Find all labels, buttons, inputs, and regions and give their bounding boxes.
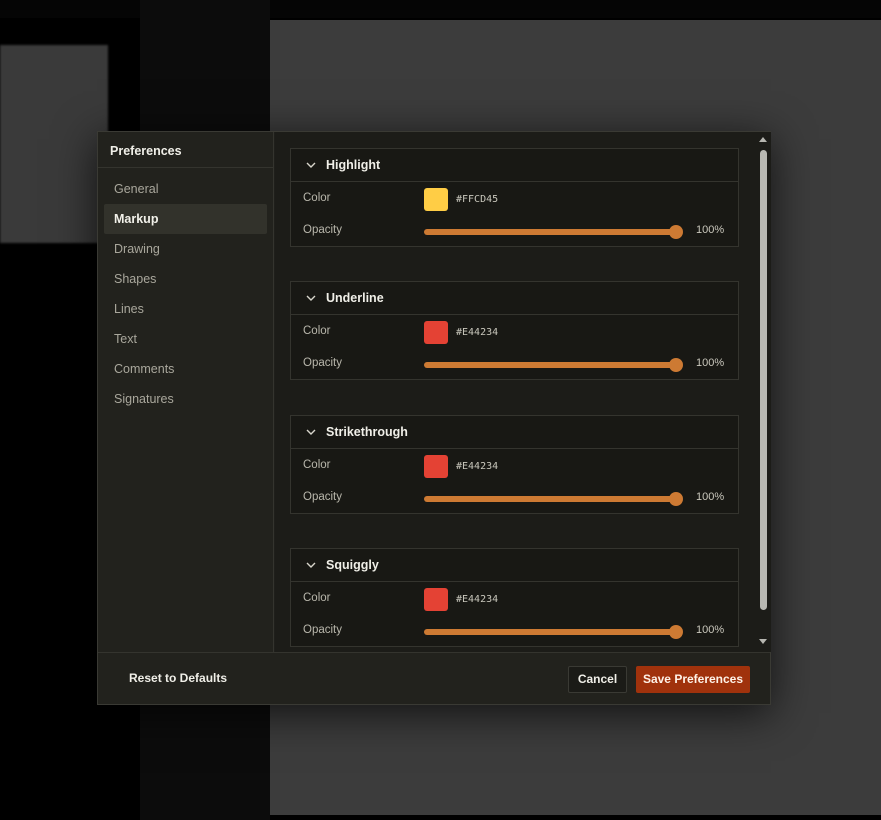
section-header[interactable]: Underline [291,282,738,315]
section-header[interactable]: Highlight [291,149,738,182]
preferences-nav: General Markup Drawing Shapes Lines Text… [98,168,273,414]
section-underline: Underline Color #E44234 Opacity 100% [290,281,739,380]
nav-item-general[interactable]: General [104,174,267,204]
nav-item-markup[interactable]: Markup [104,204,267,234]
opacity-label: Opacity [303,224,342,236]
color-label: Color [303,325,331,337]
scroll-up-arrow-icon[interactable] [759,137,767,142]
color-swatch[interactable] [424,188,448,211]
opacity-row: Opacity 100% [291,481,738,513]
nav-item-drawing[interactable]: Drawing [104,234,267,264]
opacity-slider-thumb[interactable] [669,225,683,239]
color-hex-value: #E44234 [456,594,499,605]
background-side-panel [0,45,108,243]
chevron-down-icon [306,562,316,568]
opacity-value: 100% [696,491,725,503]
opacity-slider-thumb[interactable] [669,625,683,639]
preferences-content: Highlight Color #FFCD45 Opacity 100% Und… [275,132,771,652]
color-label: Color [303,192,331,204]
opacity-row: Opacity 100% [291,347,738,379]
background-toolbar [0,0,881,18]
nav-item-text[interactable]: Text [104,324,267,354]
color-swatch[interactable] [424,588,448,611]
section-strikethrough: Strikethrough Color #E44234 Opacity 100% [290,415,739,514]
scrollbar-thumb[interactable] [760,150,767,610]
opacity-slider[interactable] [424,492,684,506]
preferences-sidebar: Preferences General Markup Drawing Shape… [98,132,274,652]
opacity-slider-track [424,629,676,635]
opacity-row: Opacity 100% [291,214,738,246]
opacity-value: 100% [696,224,725,236]
color-label: Color [303,459,331,471]
color-label: Color [303,592,331,604]
color-hex-value: #E44234 [456,461,499,472]
nav-item-comments[interactable]: Comments [104,354,267,384]
scroll-down-arrow-icon[interactable] [759,639,767,644]
nav-item-signatures[interactable]: Signatures [104,384,267,414]
color-row: Color #E44234 [291,449,738,481]
reset-to-defaults-button[interactable]: Reset to Defaults [129,671,227,685]
opacity-slider[interactable] [424,358,684,372]
section-header[interactable]: Strikethrough [291,416,738,449]
section-header[interactable]: Squiggly [291,549,738,582]
opacity-slider-track [424,496,676,502]
section-title: Squiggly [326,558,379,572]
color-swatch[interactable] [424,455,448,478]
opacity-slider[interactable] [424,225,684,239]
opacity-label: Opacity [303,491,342,503]
chevron-down-icon [306,295,316,301]
content-scrollbar[interactable] [756,132,771,652]
opacity-row: Opacity 100% [291,614,738,646]
section-title: Strikethrough [326,425,408,439]
opacity-label: Opacity [303,357,342,369]
nav-item-shapes[interactable]: Shapes [104,264,267,294]
dialog-title: Preferences [98,132,273,168]
chevron-down-icon [306,162,316,168]
section-title: Highlight [326,158,381,172]
section-highlight: Highlight Color #FFCD45 Opacity 100% [290,148,739,247]
opacity-slider-track [424,229,676,235]
color-row: Color #E44234 [291,315,738,347]
opacity-label: Opacity [303,624,342,636]
opacity-slider[interactable] [424,625,684,639]
opacity-slider-thumb[interactable] [669,492,683,506]
dialog-footer: Reset to Defaults Cancel Save Preference… [98,652,770,704]
color-swatch[interactable] [424,321,448,344]
cancel-button[interactable]: Cancel [568,666,627,693]
preferences-dialog: Preferences General Markup Drawing Shape… [97,131,771,705]
save-preferences-button[interactable]: Save Preferences [636,666,750,693]
color-row: Color #FFCD45 [291,182,738,214]
opacity-slider-thumb[interactable] [669,358,683,372]
section-title: Underline [326,291,384,305]
opacity-value: 100% [696,357,725,369]
section-squiggly: Squiggly Color #E44234 Opacity 100% [290,548,739,647]
chevron-down-icon [306,429,316,435]
color-hex-value: #FFCD45 [456,194,499,205]
color-hex-value: #E44234 [456,327,499,338]
color-row: Color #E44234 [291,582,738,614]
nav-item-lines[interactable]: Lines [104,294,267,324]
opacity-value: 100% [696,624,725,636]
opacity-slider-track [424,362,676,368]
